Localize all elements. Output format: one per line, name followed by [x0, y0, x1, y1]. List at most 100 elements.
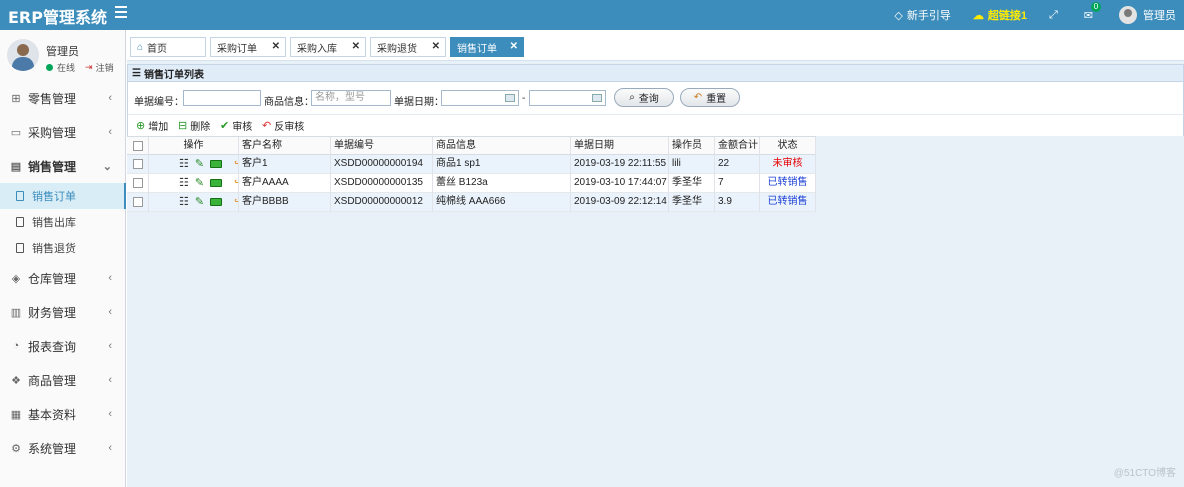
number-cell: XSDD00000000194: [331, 155, 433, 174]
date-separator: -: [522, 93, 526, 104]
sidebar-subitem-sales-return[interactable]: 销售退货: [0, 235, 126, 261]
row-checkbox[interactable]: [133, 197, 143, 207]
logout-link[interactable]: 注销: [96, 61, 114, 74]
sidebar-item-sales[interactable]: ▤ 销售管理 ⌄: [0, 149, 126, 183]
sidebar-item-system[interactable]: ⚙ 系统管理 ‹: [0, 431, 126, 465]
sidebar-subitem-sales-order[interactable]: 销售订单: [0, 183, 126, 209]
sidebar-item-purchase[interactable]: ▭ 采购管理 ‹: [0, 115, 126, 149]
user-name: 管理员: [46, 46, 79, 58]
delete-icon[interactable]: [210, 198, 223, 206]
list-icon[interactable]: ☷: [179, 157, 189, 171]
close-icon[interactable]: ✕: [272, 41, 280, 52]
sidebar-item-label: 零售管理: [28, 91, 77, 106]
menu-toggle-icon[interactable]: [115, 6, 127, 18]
close-icon[interactable]: ✕: [352, 41, 360, 52]
delete-button[interactable]: ⊟ 删除: [178, 118, 210, 133]
reset-label: 重置: [706, 94, 727, 105]
list-icon[interactable]: ☷: [179, 195, 189, 209]
close-icon[interactable]: ✕: [510, 41, 518, 52]
tab-home[interactable]: ⌂ 首页: [130, 37, 206, 57]
chart-icon: ◔: [12, 340, 20, 352]
super-link-label: 超链接1: [987, 10, 1027, 22]
number-cell: XSDD00000000012: [331, 193, 433, 212]
tab-purchase-order[interactable]: 采购订单 ✕: [210, 37, 286, 57]
goods-input[interactable]: 名称，型号: [311, 90, 391, 106]
sidebar-item-retail[interactable]: ⊞ 零售管理 ‹: [0, 81, 126, 115]
tab-purchase-return[interactable]: 采购退货 ✕: [370, 37, 446, 57]
audit-label: 审核: [232, 122, 253, 133]
mail-count-badge: 0: [1090, 1, 1102, 12]
sidebar-item-warehouse[interactable]: ◈ 仓库管理 ‹: [0, 261, 126, 295]
chevron-down-icon: ⌄: [102, 160, 112, 173]
table-row[interactable]: ☷ ✎ ↪ 客户BBBB XSDD00000000012 纯棉线 AAA666 …: [127, 193, 816, 212]
amount-cell: 7: [715, 174, 760, 193]
row-select-cell: [127, 193, 149, 212]
unaudit-label: 反审核: [274, 122, 305, 133]
sidebar-item-reports[interactable]: ◔ 报表查询 ‹: [0, 329, 126, 363]
close-icon[interactable]: ✕: [432, 41, 440, 52]
table-row[interactable]: ☷ ✎ ↪ 客户1 XSDD00000000194 商品1 sp1 2019-0…: [127, 155, 816, 174]
sidebar-subitem-sales-out[interactable]: 销售出库: [0, 209, 126, 235]
sidebar-item-label: 系统管理: [28, 441, 77, 456]
delete-icon[interactable]: [210, 179, 223, 187]
number-input[interactable]: [183, 90, 261, 106]
column-header: 客户名称: [239, 137, 331, 156]
date-cell: 2019-03-19 22:11:55: [571, 155, 669, 174]
table-row[interactable]: ☷ ✎ ↪ 客户AAAA XSDD00000000135 蕾丝 B123a 20…: [127, 174, 816, 193]
operator-cell: lili: [669, 155, 715, 174]
audit-button[interactable]: ✔ 审核: [220, 118, 252, 133]
fullscreen-button[interactable]: ⤢: [1049, 9, 1062, 22]
row-checkbox[interactable]: [133, 178, 143, 188]
expand-icon: ⤢: [1048, 8, 1058, 21]
layers-icon: ◈: [11, 272, 21, 285]
sidebar-item-label: 报表查询: [28, 339, 77, 354]
diamond-icon: ◇: [894, 9, 903, 22]
query-label: 查询: [638, 94, 659, 105]
delete-icon[interactable]: [210, 160, 223, 168]
guide-label: 新手引导: [906, 10, 951, 22]
end-date-input[interactable]: [529, 90, 606, 106]
calendar-icon[interactable]: [592, 94, 602, 102]
row-select-cell: [127, 155, 149, 174]
messages-button[interactable]: ✉ 0: [1084, 1, 1102, 22]
sidebar-item-basic[interactable]: ▦ 基本资料 ‹: [0, 397, 126, 431]
tab-purchase-in[interactable]: 采购入库 ✕: [290, 37, 366, 57]
select-all-checkbox[interactable]: [133, 141, 143, 151]
list-icon[interactable]: ☷: [179, 176, 189, 190]
super-link[interactable]: ☁ 超链接1: [973, 7, 1027, 23]
unaudit-button[interactable]: ↶ 反审核: [262, 118, 304, 133]
column-header: 操作: [149, 137, 239, 156]
logout-icon[interactable]: ⇥: [85, 62, 93, 73]
undo-icon: ↶: [693, 92, 703, 103]
online-status: 在线: [57, 63, 76, 73]
sidebar-item-label: 商品管理: [28, 373, 77, 388]
chevron-left-icon: ‹: [108, 374, 112, 386]
edit-icon[interactable]: ✎: [195, 195, 204, 209]
amount-cell: 22: [715, 155, 760, 174]
sidebar-item-goods[interactable]: ❖ 商品管理 ‹: [0, 363, 126, 397]
customer-cell: 客户1: [239, 155, 331, 174]
calendar-icon[interactable]: [505, 94, 515, 102]
admin-menu[interactable]: 管理员: [1119, 6, 1176, 24]
column-header: 操作员: [669, 137, 715, 156]
column-header: 商品信息: [433, 137, 571, 156]
sidebar: 管理员 在线 ⇥ 注销 ⊞ 零售管理 ‹ ▭ 采购管理 ‹ ▤ 销售管理 ⌄ 销…: [0, 30, 126, 487]
row-checkbox[interactable]: [133, 159, 143, 169]
tab-label: 销售订单: [457, 43, 497, 55]
edit-icon[interactable]: ✎: [195, 176, 204, 190]
date-cell: 2019-03-10 17:44:07: [571, 174, 669, 193]
watermark: @51CTO博客: [1113, 468, 1176, 479]
query-button[interactable]: ⌕ 查询: [614, 88, 674, 107]
chevron-left-icon: ‹: [108, 126, 112, 138]
sidebar-item-finance[interactable]: ▥ 财务管理 ‹: [0, 295, 126, 329]
goods-cell: 商品1 sp1: [433, 155, 571, 174]
add-button[interactable]: ⊕ 增加: [136, 118, 168, 133]
tab-sales-order[interactable]: 销售订单 ✕: [450, 37, 524, 57]
delete-label: 删除: [190, 122, 211, 133]
user-panel: 管理员 在线 ⇥ 注销: [0, 30, 125, 80]
sidebar-subitem-label: 销售订单: [32, 191, 76, 203]
start-date-input[interactable]: [441, 90, 519, 106]
reset-button[interactable]: ↶ 重置: [680, 88, 740, 107]
guide-link[interactable]: ◇ 新手引导: [894, 7, 950, 23]
edit-icon[interactable]: ✎: [195, 157, 204, 171]
